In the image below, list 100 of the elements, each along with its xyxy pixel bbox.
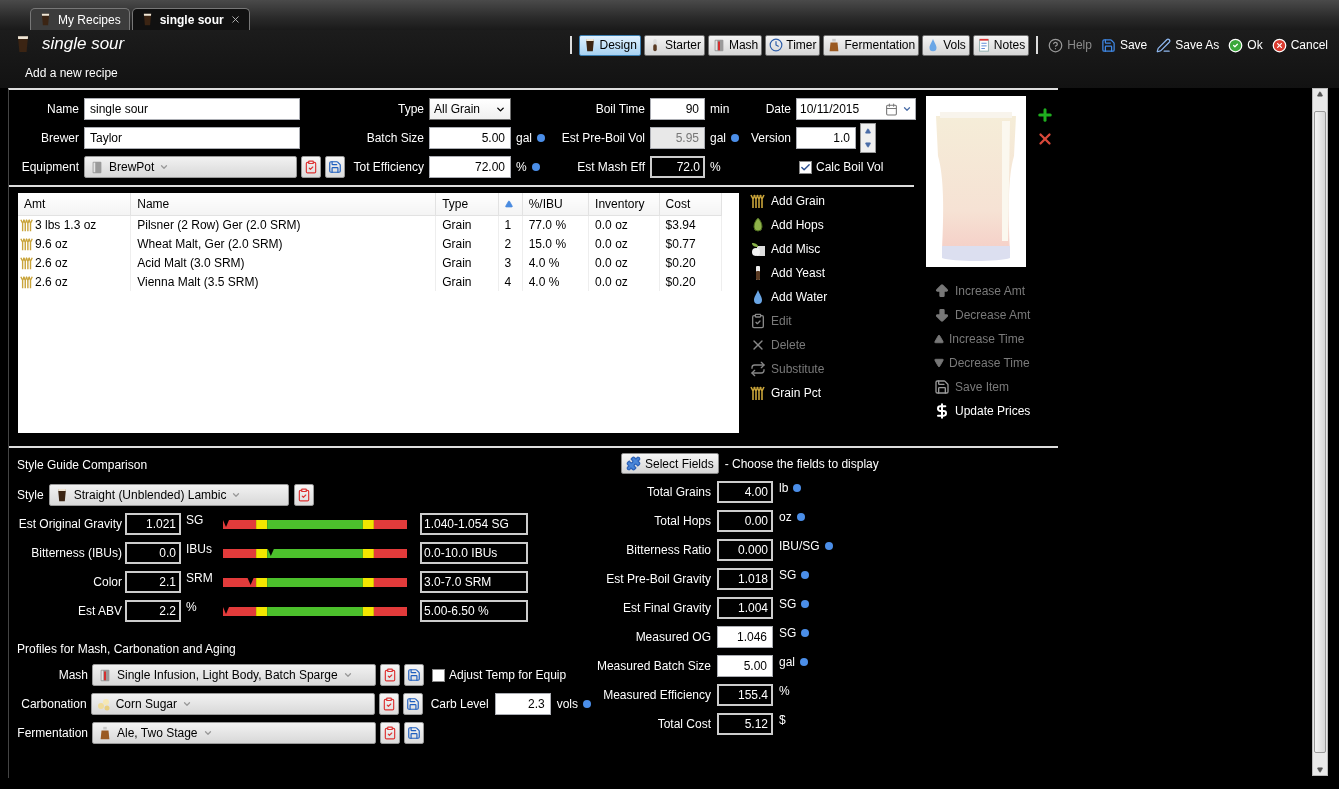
action-link[interactable]: Add Yeast — [750, 265, 828, 281]
add-button[interactable] — [1036, 106, 1054, 124]
clipboard-check-icon — [750, 313, 766, 329]
toolbar-button[interactable]: Save As — [1153, 34, 1223, 56]
tab[interactable]: My Recipes — [30, 8, 130, 30]
out-of-range-segment — [223, 549, 257, 558]
checkbox[interactable] — [432, 668, 445, 682]
field-label: Color — [92, 575, 122, 589]
table-cell: $0.20 — [659, 272, 722, 291]
field-label: Measured OG — [634, 630, 711, 644]
action-link[interactable]: Add Grain — [750, 193, 828, 209]
unit-label: $ — [779, 713, 786, 727]
equipment-dropdown[interactable]: BrewPot — [84, 156, 297, 178]
field-label: Est Mash Eff — [576, 160, 645, 174]
column-header[interactable]: Type — [435, 193, 499, 215]
field-label: Fermentation — [17, 726, 88, 740]
column-header[interactable]: Name — [130, 193, 436, 215]
field-label: Total Hops — [653, 514, 711, 528]
spin-button[interactable] — [860, 123, 876, 153]
toolbar-button[interactable]: Cancel — [1268, 34, 1331, 56]
unit-label: % — [516, 160, 527, 174]
cancel-icon — [1271, 37, 1287, 53]
view-toggle-button[interactable]: Starter — [643, 34, 705, 56]
type-dropdown[interactable]: All Grain — [429, 98, 511, 120]
view-toggle-button[interactable]: Timer — [765, 34, 821, 56]
sugar-icon — [96, 697, 111, 711]
out-of-range-segment — [373, 549, 407, 558]
view-toggle-button[interactable]: Design — [578, 34, 641, 56]
sort-arrow-icon[interactable] — [504, 199, 513, 208]
out-of-range-segment — [373, 607, 407, 616]
toolbar-button[interactable]: Ok — [1225, 34, 1266, 56]
toolbar-button[interactable]: Save — [1097, 34, 1151, 56]
profile-dropdown[interactable]: Ale, Two Stage — [92, 722, 376, 744]
readonly-field: 2.1 — [125, 571, 181, 593]
remove-button[interactable] — [1036, 130, 1054, 148]
checkbox[interactable] — [799, 160, 812, 174]
field-label: Total Grains — [645, 485, 711, 499]
clock-icon — [769, 38, 784, 52]
table-cell: 3 — [498, 253, 523, 272]
action-link[interactable]: Add Water — [750, 289, 828, 305]
profile-dropdown[interactable]: Corn Sugar — [90, 693, 375, 715]
scrollbar[interactable] — [1312, 88, 1328, 776]
wheat-icon — [750, 385, 766, 401]
column-header[interactable]: Inventory — [588, 193, 660, 215]
triangle-up-icon — [865, 128, 871, 134]
profile-dropdown[interactable]: Single Infusion, Light Body, Batch Sparge — [92, 664, 376, 686]
number-field[interactable]: 5.00 — [429, 127, 511, 149]
date-field[interactable]: 10/11/2015 — [796, 98, 916, 120]
unit-label: oz — [779, 510, 792, 524]
number-field[interactable]: 1.046 — [717, 626, 773, 648]
column-header[interactable]: Amt — [18, 193, 131, 215]
number-field[interactable]: 72.00 — [429, 156, 511, 178]
text-field[interactable]: single sour — [84, 98, 300, 120]
column-header[interactable]: %/IBU — [522, 193, 589, 215]
field-label: Total Cost — [656, 717, 711, 731]
number-field[interactable]: 90 — [650, 98, 705, 120]
jug-icon — [98, 726, 112, 740]
field-label: Brewer — [40, 131, 79, 145]
action-link[interactable]: Add Hops — [750, 217, 828, 233]
table-cell: 0.0 oz — [588, 253, 660, 272]
field-label: Style — [17, 488, 44, 502]
table-cell: Acid Malt (3.0 SRM) — [130, 253, 436, 272]
view-toggle-button[interactable]: Mash — [707, 34, 763, 56]
text-field[interactable]: Taylor — [84, 127, 300, 149]
save-button[interactable] — [402, 693, 423, 715]
style-dropdown[interactable]: Straight (Unblended) Lambic — [48, 484, 289, 506]
unit-label: vols — [556, 697, 578, 711]
field-label: Date — [764, 102, 791, 116]
select-fields-button[interactable]: Select Fields — [621, 453, 719, 474]
edit-button[interactable] — [378, 693, 399, 715]
field-label: Type — [397, 102, 424, 116]
pot-icon — [90, 160, 104, 174]
edge-range-segment — [256, 607, 268, 616]
number-field[interactable]: 2.3 — [494, 693, 551, 715]
tab[interactable]: single sour — [131, 8, 250, 30]
readonly-field: 0.000 — [717, 539, 773, 561]
unit-label: lb — [779, 481, 789, 495]
triangle-down-icon — [934, 358, 944, 368]
save-icon — [934, 379, 950, 395]
wheat-icon — [750, 193, 766, 209]
number-field[interactable]: 5.00 — [717, 655, 773, 677]
view-toggle-button[interactable]: Notes — [972, 34, 1030, 56]
action-link[interactable]: Update Prices — [934, 403, 1054, 419]
triangle-down-icon — [865, 142, 871, 148]
table-cell: 2.6 oz — [35, 274, 68, 289]
view-toggle-button[interactable]: Vols — [922, 34, 970, 56]
swap-arrows-icon — [750, 361, 766, 377]
field-label: Mash — [57, 668, 88, 682]
field-label: Est Pre-Boil Vol — [560, 131, 645, 145]
unit-label: gal — [516, 131, 532, 145]
view-toggle-button[interactable]: Fermentation — [823, 34, 920, 56]
out-of-range-segment — [373, 578, 407, 587]
edit-button[interactable] — [293, 484, 314, 506]
recipe-title: single sour — [42, 34, 125, 54]
table-cell: $3.94 — [659, 215, 722, 234]
number-field[interactable]: 1.0 — [796, 127, 856, 149]
action-link[interactable]: Add Misc — [750, 241, 828, 257]
action-link[interactable]: Grain Pct — [750, 385, 828, 401]
column-header[interactable]: Cost — [659, 193, 722, 215]
package-icon — [750, 241, 766, 257]
